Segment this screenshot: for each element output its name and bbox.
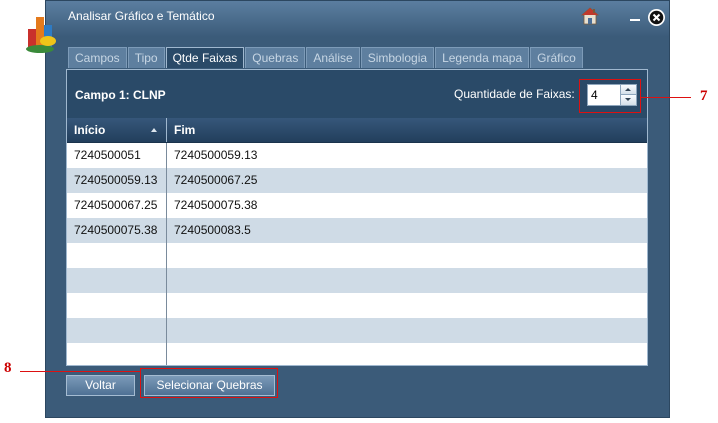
cell-inicio	[67, 343, 167, 365]
cell-inicio: 7240500051	[67, 143, 167, 168]
column-header-fim[interactable]: Fim	[167, 118, 647, 142]
table-row	[67, 318, 647, 343]
cell-fim: 7240500075.38	[174, 198, 258, 212]
tab-simbologia[interactable]: Simbologia	[360, 47, 435, 68]
table-row	[67, 268, 647, 293]
table-header: Início Fim	[67, 118, 647, 143]
callout-number-8: 8	[4, 360, 12, 376]
cell-fim	[167, 293, 647, 318]
tab-campos[interactable]: Campos	[68, 47, 127, 68]
sort-ascending-icon	[151, 128, 157, 132]
column-header-inicio[interactable]: Início	[67, 118, 167, 142]
tab-bar: Campos Tipo Qtde Faixas Quebras Análise …	[68, 47, 584, 69]
campo-label: Campo 1: CLNP	[75, 88, 166, 102]
cell-fim: 7240500083.5	[174, 223, 251, 237]
close-icon[interactable]	[647, 8, 666, 27]
tab-legenda-mapa[interactable]: Legenda mapa	[435, 47, 530, 68]
table-body: 7240500051 7240500059.13 7240500059.13 7…	[67, 143, 647, 365]
cell-inicio	[67, 293, 167, 318]
tab-grafico[interactable]: Gráfico	[530, 47, 583, 68]
table-row[interactable]: 7240500067.25 7240500075.38	[67, 193, 647, 218]
table-row	[67, 343, 647, 365]
cell-fim	[167, 318, 647, 343]
minimize-icon[interactable]	[629, 11, 641, 23]
cell-fim	[167, 268, 647, 293]
callout-line-7	[641, 97, 691, 98]
cell-fim: 7240500067.25	[174, 173, 258, 187]
app-icon	[24, 13, 64, 55]
table-row	[67, 293, 647, 318]
table-row[interactable]: 7240500059.13 7240500067.25	[67, 168, 647, 193]
highlight-box-7	[579, 79, 641, 113]
cell-inicio: 7240500075.38	[67, 218, 167, 243]
cell-fim	[167, 243, 647, 268]
table-row[interactable]: 7240500051 7240500059.13	[67, 143, 647, 168]
cell-inicio: 7240500059.13	[67, 168, 167, 193]
tab-quebras[interactable]: Quebras	[245, 47, 306, 68]
voltar-button[interactable]: Voltar	[66, 375, 135, 396]
callout-line-8	[20, 371, 140, 372]
highlight-box-8	[140, 368, 278, 398]
cell-inicio	[67, 243, 167, 268]
cell-fim	[167, 343, 647, 365]
cell-fim: 7240500059.13	[174, 148, 258, 162]
cell-inicio	[67, 318, 167, 343]
dialog-window: Analisar Gráfico e Temático Campos Tipo …	[26, 0, 670, 418]
tab-qtde-faixas[interactable]: Qtde Faixas	[165, 47, 245, 68]
tab-analise[interactable]: Análise	[306, 47, 360, 68]
cell-inicio	[67, 268, 167, 293]
table-row[interactable]: 7240500075.38 7240500083.5	[67, 218, 647, 243]
tab-tipo[interactable]: Tipo	[127, 47, 165, 68]
quantity-label: Quantidade de Faixas:	[454, 87, 575, 101]
home-icon[interactable]	[580, 7, 600, 25]
table-row	[67, 243, 647, 268]
column-header-label: Fim	[174, 123, 196, 137]
breaks-table: Início Fim 7240500051 7240500059.13 7240…	[67, 118, 647, 365]
title-bar[interactable]: Analisar Gráfico e Temático	[46, 1, 669, 37]
window-title: Analisar Gráfico e Temático	[68, 9, 215, 23]
column-header-label: Início	[74, 123, 106, 137]
callout-number-7: 7	[700, 88, 708, 104]
cell-inicio: 7240500067.25	[67, 193, 167, 218]
tab-panel: Campo 1: CLNP Quantidade de Faixas: Iníc…	[66, 69, 648, 366]
